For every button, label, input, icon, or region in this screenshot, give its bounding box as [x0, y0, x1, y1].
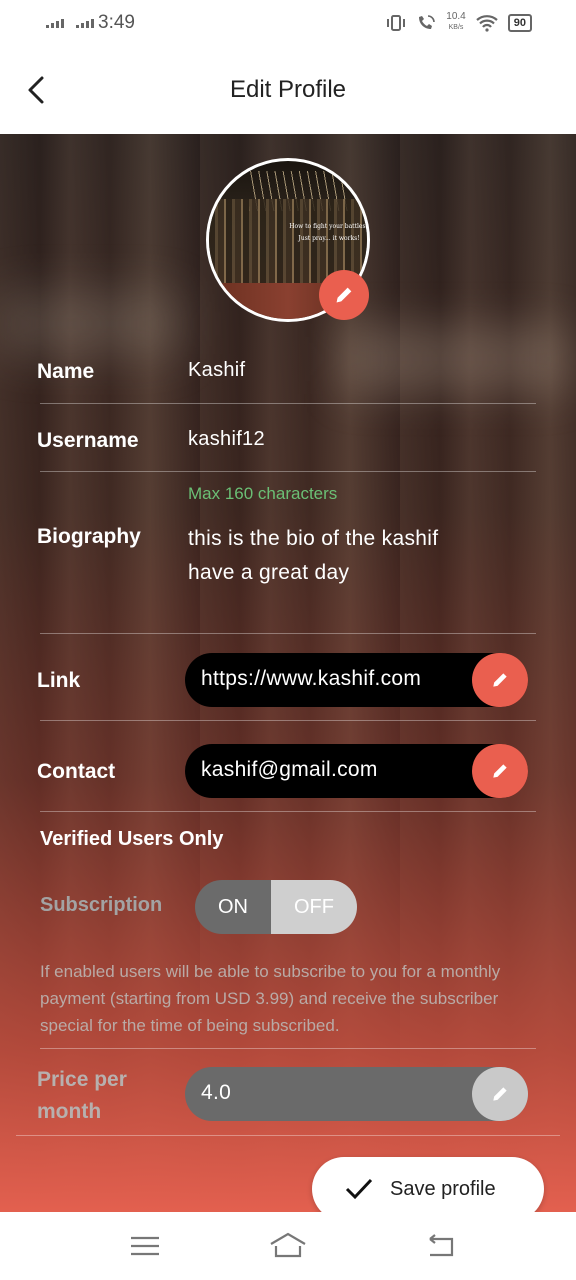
subscription-toggle[interactable]: ON OFF — [195, 880, 357, 934]
price-label-line: month — [37, 1100, 102, 1123]
save-profile-label: Save profile — [390, 1177, 496, 1200]
pencil-icon — [493, 764, 507, 778]
battery-icon: 90 — [507, 13, 532, 32]
bio-line: this is the bio of the kashif — [188, 527, 439, 550]
home-icon[interactable] — [268, 1230, 308, 1262]
contact-label: Contact — [37, 760, 116, 783]
link-label: Link — [37, 669, 81, 692]
username-input[interactable]: kashif12 — [188, 428, 265, 451]
system-nav-bar — [0, 1212, 576, 1280]
bio-line: have a great day — [188, 561, 350, 584]
contact-value: kashif@gmail.com — [201, 758, 378, 781]
save-profile-button[interactable]: Save profile — [312, 1157, 544, 1212]
price-field[interactable]: 4.0 — [185, 1067, 528, 1121]
toggle-off[interactable]: OFF — [271, 880, 357, 934]
vibrate-icon — [387, 14, 406, 31]
avatar-edit-button[interactable] — [319, 270, 369, 320]
avatar-quote-line2: Just pray... it works! — [298, 235, 360, 242]
price-value: 4.0 — [201, 1081, 232, 1104]
signal-icon-2 — [76, 18, 94, 28]
status-right: 10.4 KB/s 90 — [386, 12, 532, 33]
username-label: Username — [37, 429, 139, 452]
status-time: 3:49 — [98, 12, 135, 33]
wifi-icon — [476, 14, 498, 32]
divider — [40, 633, 536, 634]
divider — [16, 1135, 560, 1136]
status-bar: 3:49 10.4 KB/s 90 — [0, 0, 576, 46]
return-icon[interactable] — [420, 1230, 460, 1262]
subscription-label: Subscription — [40, 894, 163, 916]
bio-label: Biography — [37, 525, 141, 548]
status-left: 3:49 — [46, 12, 135, 34]
divider — [40, 403, 536, 404]
link-field[interactable]: https://www.kashif.com — [185, 653, 528, 707]
contact-edit-button[interactable] — [472, 744, 528, 798]
subscription-description: If enabled users will be able to subscri… — [40, 962, 501, 1035]
page-title: Edit Profile — [229, 76, 347, 103]
pencil-icon — [336, 287, 352, 303]
avatar-quote: How to fight your battles? Just pray... i… — [287, 221, 369, 245]
profile-form[interactable]: How to fight your battles? Just pray... i… — [0, 134, 576, 1212]
price-label-line: Price per — [37, 1068, 127, 1091]
name-input[interactable]: Kashif — [188, 359, 245, 382]
network-speed: 10.4 KB/s — [446, 12, 465, 33]
signal-icon — [46, 18, 64, 28]
pencil-icon — [493, 673, 507, 687]
bio-hint: Max 160 characters — [188, 484, 338, 503]
divider — [40, 471, 536, 472]
speed-unit: KB/s — [448, 24, 464, 31]
verified-title: Verified Users Only — [40, 828, 224, 850]
app-header: Edit Profile — [0, 46, 576, 134]
divider — [40, 811, 536, 812]
avatar-quote-line1: How to fight your battles? — [289, 223, 369, 230]
divider — [40, 720, 536, 721]
pencil-icon — [493, 1087, 507, 1101]
call-wifi-icon — [419, 14, 436, 29]
toggle-on[interactable]: ON — [195, 880, 271, 934]
price-label: Price per month — [37, 1064, 127, 1128]
check-icon — [345, 1178, 373, 1200]
contact-field[interactable]: kashif@gmail.com — [185, 744, 528, 798]
background-blur — [0, 294, 180, 354]
divider — [40, 1048, 536, 1049]
link-edit-button[interactable] — [472, 653, 528, 707]
background-blur — [340, 324, 570, 394]
menu-icon[interactable] — [125, 1230, 165, 1262]
bio-input[interactable]: this is the bio of the kashif have a gre… — [188, 522, 438, 590]
name-label: Name — [37, 360, 95, 383]
price-edit-button[interactable] — [472, 1067, 528, 1121]
link-value: https://www.kashif.com — [201, 667, 422, 690]
speed-value: 10.4 — [446, 11, 466, 22]
